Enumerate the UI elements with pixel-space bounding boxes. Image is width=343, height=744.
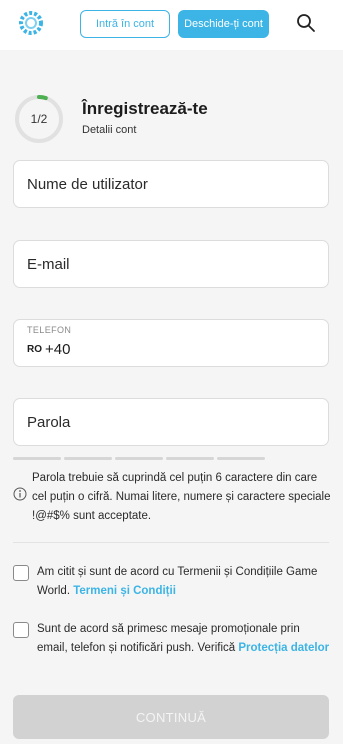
marketing-consent: Sunt de acord să primesc mesaje promoțio… <box>37 620 332 658</box>
terms-consent: Am citit și sunt de acord cu Termenii și… <box>37 563 332 601</box>
password-hint: Parola trebuie să cuprindă cel puțin 6 c… <box>32 472 331 522</box>
password-strength-meter <box>13 457 329 460</box>
strength-segment <box>13 457 61 460</box>
divider <box>13 542 329 543</box>
username-placeholder: Nume de utilizator <box>27 175 148 193</box>
step-current: 1 <box>30 112 38 126</box>
signup-button[interactable]: Deschide-ți cont <box>178 10 269 38</box>
info-icon <box>13 487 27 501</box>
search-icon[interactable] <box>296 13 316 33</box>
password-field[interactable]: Parola <box>13 398 329 446</box>
phone-label: TELEFON <box>27 325 72 335</box>
username-field[interactable]: Nume de utilizator <box>13 160 329 208</box>
strength-segment <box>64 457 112 460</box>
step-total: 2 <box>40 112 48 126</box>
step-indicator: 1/2 <box>14 94 64 144</box>
phone-prefix: +40 <box>45 341 71 358</box>
email-field[interactable]: E-mail <box>13 240 329 288</box>
strength-segment <box>166 457 214 460</box>
strength-segment <box>217 457 265 460</box>
login-button[interactable]: Intră în cont <box>80 10 170 38</box>
email-placeholder: E-mail <box>27 255 70 273</box>
terms-link[interactable]: Termeni și Condiții <box>73 585 176 597</box>
terms-checkbox[interactable] <box>13 565 29 581</box>
marketing-checkbox[interactable] <box>13 622 29 638</box>
top-bar: Intră în cont Deschide-ți cont <box>0 0 343 50</box>
password-placeholder: Parola <box>27 413 71 431</box>
page-title: Înregistrează-te <box>82 99 208 118</box>
page-subtitle: Detalii cont <box>82 124 137 136</box>
step-counter: 1/2 <box>14 94 64 144</box>
phone-field[interactable]: TELEFON RO +40 <box>13 319 329 367</box>
logo-icon[interactable] <box>18 10 44 36</box>
privacy-link[interactable]: Protecția datelor <box>238 642 329 654</box>
continue-button[interactable]: CONTINUĂ <box>13 695 329 739</box>
phone-country-code[interactable]: RO <box>27 344 42 355</box>
strength-segment <box>115 457 163 460</box>
